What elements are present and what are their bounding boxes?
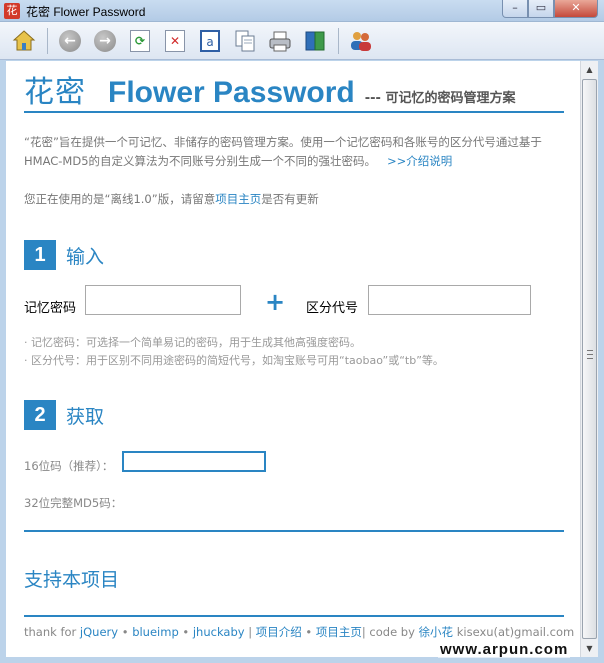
key-input[interactable] bbox=[368, 285, 531, 315]
password-hint: · 记忆密码：可选择一个简单易记的密码，用于生成其他高强度密码。 bbox=[24, 336, 361, 349]
scroll-thumb[interactable] bbox=[582, 79, 597, 639]
author-link[interactable]: 徐小花 bbox=[419, 625, 454, 639]
section-number: 2 bbox=[24, 400, 56, 430]
support-heading: 支持本项目 bbox=[24, 569, 120, 591]
section-title: 输入 bbox=[66, 245, 105, 268]
page-header: 花密 Flower Password --- 可记忆的密码管理方案 bbox=[24, 67, 515, 111]
watermark: www.arpun.com bbox=[438, 641, 571, 658]
refresh-icon: ⟳ bbox=[130, 29, 150, 52]
key-label: 区分代号 bbox=[306, 301, 359, 316]
code16-label: 16位码（推荐）： bbox=[24, 459, 114, 473]
print-button[interactable] bbox=[266, 27, 294, 55]
close-button[interactable]: ✕ bbox=[554, 0, 598, 18]
grip-icon bbox=[587, 350, 593, 359]
copy-button[interactable] bbox=[231, 27, 259, 55]
footer-bullet: • bbox=[182, 625, 190, 639]
code32-label: 32位完整MD5码： bbox=[24, 496, 123, 510]
title-bar: 花 花密 Flower Password – ▭ ✕ bbox=[0, 0, 604, 22]
blueimp-link[interactable]: blueimp bbox=[132, 625, 179, 639]
forward-button[interactable]: → bbox=[91, 27, 119, 55]
notice-before: 您正在使用的是“离线1.0”版，请留意 bbox=[24, 192, 216, 206]
jquery-link[interactable]: jQuery bbox=[80, 625, 118, 639]
window-controls: – ▭ ✕ bbox=[502, 0, 598, 19]
code16-output[interactable] bbox=[122, 451, 266, 472]
version-notice: 您正在使用的是“离线1.0”版，请留意项目主页是否有更新 bbox=[24, 191, 319, 207]
users-button[interactable] bbox=[347, 27, 375, 55]
back-button[interactable]: ← bbox=[56, 27, 84, 55]
section-output-heading: 2 获取 bbox=[24, 400, 104, 430]
section-title: 获取 bbox=[66, 405, 105, 428]
forward-icon: → bbox=[94, 29, 116, 52]
text-select-icon: a bbox=[200, 29, 220, 52]
project-intro-link[interactable]: 项目介绍 bbox=[256, 625, 302, 639]
author-email: kisexu(at)gmail.com bbox=[456, 625, 575, 639]
header-en-title: Flower Password bbox=[108, 76, 355, 109]
key-hint: · 区分代号：用于区别不同用途密码的简短代号，如淘宝账号可用“taobao”或“… bbox=[24, 354, 444, 367]
section-number: 1 bbox=[24, 240, 56, 270]
print-icon bbox=[269, 31, 291, 51]
intro-text: “花密”旨在提供一个可记忆、非储存的密码管理方案。使用一个记忆密码和各账号的区分… bbox=[24, 135, 542, 168]
header-subtitle: --- 可记忆的密码管理方案 bbox=[364, 91, 516, 106]
footer-home-link[interactable]: 项目主页 bbox=[316, 625, 362, 639]
book-button[interactable] bbox=[301, 27, 329, 55]
notice-after: 是否有更新 bbox=[261, 192, 319, 206]
toolbar-separator bbox=[47, 27, 48, 54]
footer-divider bbox=[24, 615, 564, 617]
text-select-button[interactable]: a bbox=[196, 27, 224, 55]
header-cn-title: 花密 bbox=[24, 75, 86, 110]
back-icon: ← bbox=[59, 29, 81, 52]
window-border bbox=[598, 61, 604, 663]
home-icon bbox=[12, 29, 36, 50]
copy-icon bbox=[235, 30, 255, 51]
stop-icon: ✕ bbox=[165, 29, 185, 52]
toolbar: ← → ⟳ ✕ a bbox=[0, 22, 604, 60]
footer-separator: | bbox=[248, 625, 253, 639]
minimize-button[interactable]: – bbox=[502, 0, 528, 18]
intro-paragraph: “花密”旨在提供一个可记忆、非储存的密码管理方案。使用一个记忆密码和各账号的区分… bbox=[24, 133, 569, 171]
footer-thanks: thank for bbox=[24, 625, 77, 639]
footer-bullet: • bbox=[305, 625, 313, 639]
divider bbox=[24, 530, 564, 532]
header-divider bbox=[24, 111, 564, 113]
app-icon: 花 bbox=[4, 3, 20, 19]
scroll-down-arrow-icon[interactable]: ▼ bbox=[581, 640, 598, 657]
users-icon bbox=[351, 31, 371, 51]
project-home-link[interactable]: 项目主页 bbox=[215, 192, 261, 206]
section-input-heading: 1 输入 bbox=[24, 240, 104, 270]
scroll-up-arrow-icon[interactable]: ▲ bbox=[581, 61, 598, 78]
footer-bullet: • bbox=[121, 625, 129, 639]
jhuckaby-link[interactable]: jhuckaby bbox=[193, 625, 245, 639]
home-button[interactable] bbox=[10, 27, 38, 55]
plus-sign: + bbox=[265, 288, 286, 316]
footer-separator: | bbox=[361, 625, 366, 639]
book-icon bbox=[305, 31, 325, 50]
intro-link[interactable]: >>介绍说明 bbox=[387, 154, 452, 168]
footer-code-by: code by bbox=[369, 625, 415, 639]
refresh-button[interactable]: ⟳ bbox=[126, 27, 154, 55]
maximize-button[interactable]: ▭ bbox=[528, 0, 554, 18]
password-input[interactable] bbox=[85, 285, 241, 315]
page-content: 花密 Flower Password --- 可记忆的密码管理方案 “花密”旨在… bbox=[6, 61, 580, 657]
toolbar-separator bbox=[338, 27, 339, 54]
stop-button[interactable]: ✕ bbox=[161, 27, 189, 55]
password-label: 记忆密码 bbox=[24, 301, 77, 316]
window-title: 花密 Flower Password bbox=[26, 5, 146, 19]
vertical-scrollbar[interactable]: ▲ ▼ bbox=[580, 61, 598, 657]
footer: thank for jQuery • blueimp • jhuckaby | … bbox=[24, 624, 574, 640]
